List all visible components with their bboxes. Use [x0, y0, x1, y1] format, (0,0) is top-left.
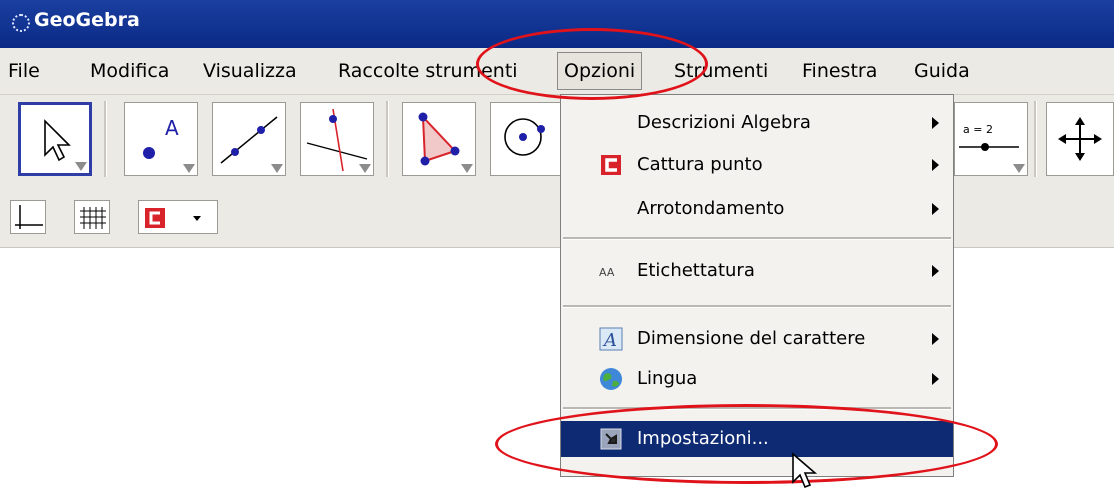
mouse-cursor-icon	[792, 452, 818, 489]
menu-item-label: Etichettatura	[637, 260, 755, 281]
menu-item-label: Cattura punto	[637, 154, 763, 175]
svg-text:A: A	[602, 330, 617, 351]
geogebra-logo-icon	[12, 14, 30, 32]
menu-item-lingua[interactable]: Lingua	[561, 361, 953, 397]
toolbar-separator	[386, 101, 389, 177]
point-capturing-dropdown[interactable]	[138, 200, 218, 234]
menu-separator	[563, 305, 951, 308]
grid-icon	[80, 207, 106, 229]
move-tool-button[interactable]	[18, 102, 92, 176]
labeling-icon: AA	[599, 266, 615, 279]
submenu-arrow-icon	[932, 265, 939, 277]
menu-item-arrotondamento[interactable]: Arrotondamento	[561, 191, 953, 227]
slider-label: a = 2	[963, 123, 993, 136]
globe-icon	[600, 368, 622, 390]
menu-item-label: Dimensione del carattere	[637, 328, 866, 349]
tool-menu-indicator	[359, 164, 371, 173]
submenu-arrow-icon	[932, 203, 939, 215]
new-point-tool-button[interactable]: A	[124, 102, 198, 176]
tool-menu-indicator	[75, 162, 87, 171]
submenu-arrow-icon	[932, 333, 939, 345]
show-axes-button[interactable]	[10, 200, 46, 234]
menu-modifica[interactable]: Modifica	[90, 48, 169, 94]
polygon-tool-button[interactable]	[402, 102, 476, 176]
move-graphics-view-tool-button[interactable]	[1046, 102, 1114, 176]
menu-item-label: Lingua	[637, 368, 698, 389]
axes-icon	[15, 205, 43, 229]
menu-item-dimensione-del-carattere[interactable]: A Dimensione del carattere	[561, 321, 953, 357]
move-graphics-view-icon	[1058, 117, 1102, 161]
circle-with-center-icon	[504, 118, 545, 156]
line-tool-button[interactable]	[212, 102, 286, 176]
slider-tool-button[interactable]: a = 2	[954, 102, 1028, 176]
menu-item-descrizioni-algebra[interactable]: Descrizioni Algebra	[561, 105, 953, 141]
tool-menu-indicator	[183, 164, 195, 173]
menu-item-label: Arrotondamento	[637, 198, 785, 219]
menu-item-cattura-punto[interactable]: Cattura punto	[561, 147, 953, 183]
perpendicular-tool-button[interactable]	[300, 102, 374, 176]
menu-finestra[interactable]: Finestra	[802, 48, 877, 94]
window-title: GeoGebra	[34, 9, 140, 31]
svg-text:AA: AA	[599, 266, 615, 279]
menu-item-label: Descrizioni Algebra	[637, 112, 811, 133]
toolbar-separator	[1034, 101, 1037, 177]
show-grid-button[interactable]	[74, 200, 110, 234]
tool-menu-indicator	[461, 164, 473, 173]
menu-guida[interactable]: Guida	[914, 48, 970, 94]
menu-separator	[563, 237, 951, 240]
toolbar-separator	[104, 101, 107, 177]
submenu-arrow-icon	[932, 117, 939, 129]
point-label: A	[165, 116, 179, 140]
tool-menu-indicator	[271, 164, 283, 173]
menu-visualizza[interactable]: Visualizza	[203, 48, 297, 94]
point-capturing-icon	[601, 155, 621, 175]
tool-menu-indicator	[1013, 164, 1025, 173]
font-size-icon: A	[599, 327, 623, 351]
menu-item-etichettatura[interactable]: AA Etichettatura	[561, 253, 953, 289]
annotation-ellipse-opzioni	[476, 28, 708, 100]
submenu-arrow-icon	[932, 373, 939, 385]
point-capturing-icon	[145, 208, 201, 228]
annotation-ellipse-impostazioni	[495, 404, 998, 484]
menu-file[interactable]: File	[8, 48, 40, 94]
submenu-arrow-icon	[932, 159, 939, 171]
circle-tool-button[interactable]	[490, 102, 564, 176]
